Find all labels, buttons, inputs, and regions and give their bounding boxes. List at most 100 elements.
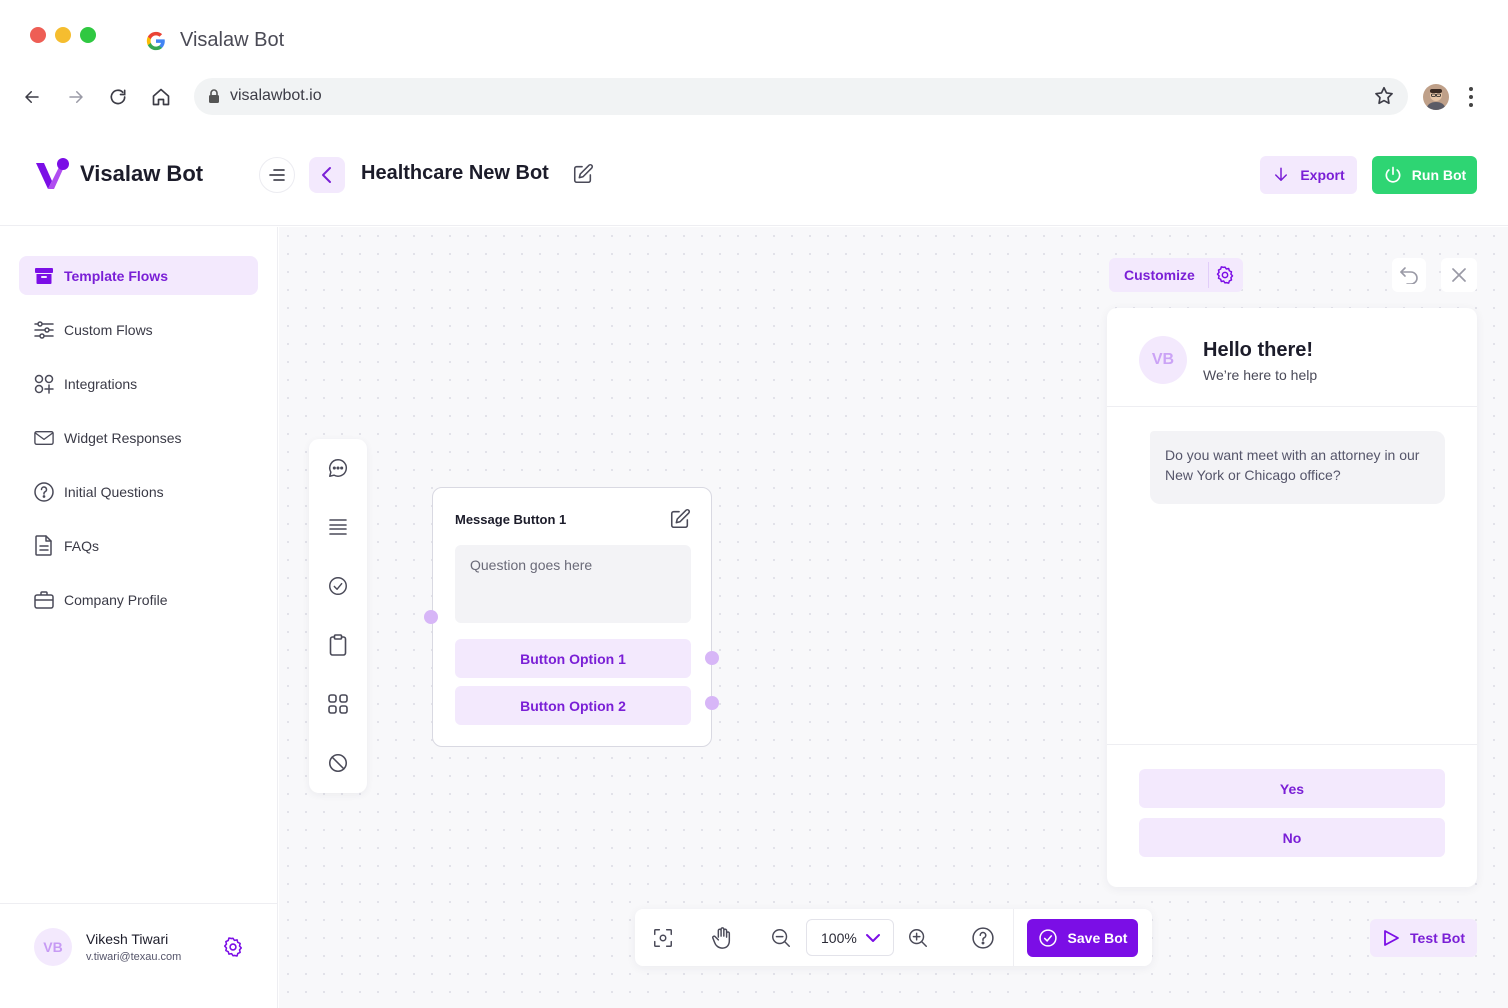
user-email: v.tiwari@texau.com — [86, 951, 182, 963]
lock-icon — [209, 89, 219, 103]
node-title: Message Button 1 — [455, 512, 567, 527]
mail-icon — [34, 428, 54, 448]
briefcase-icon — [34, 590, 54, 610]
test-bot-label: Test Bot — [1410, 930, 1465, 946]
menu-icon — [269, 169, 285, 181]
clipboard-icon[interactable] — [326, 633, 350, 657]
brand-name: Visalaw Bot — [80, 161, 204, 186]
bookmark-star-icon[interactable] — [1373, 85, 1395, 107]
sidebar-item-initial-questions[interactable]: Initial Questions — [19, 472, 258, 511]
sidebar-item-label: Company Profile — [64, 591, 168, 608]
message-node[interactable]: Message Button 1 Question goes here Butt… — [432, 487, 712, 747]
save-bot-button[interactable]: Save Bot — [1027, 919, 1138, 957]
browser-profile-avatar[interactable] — [1423, 84, 1449, 110]
reply-no-button[interactable]: No — [1139, 818, 1445, 857]
edit-title-icon[interactable] — [572, 163, 594, 185]
sidebar-item-label: Template Flows — [64, 267, 168, 284]
google-icon — [146, 31, 165, 51]
bot-message-bubble: Do you want meet with an attorney in our… — [1150, 431, 1445, 504]
gear-icon[interactable] — [1215, 265, 1235, 285]
node-toolstrip — [309, 439, 367, 793]
sidebar-item-integrations[interactable]: Integrations — [19, 364, 258, 403]
node-input-port[interactable] — [424, 610, 438, 624]
option-1-output-port[interactable] — [705, 651, 719, 665]
sidebar-divider — [0, 903, 278, 904]
question-input[interactable]: Question goes here — [455, 545, 691, 623]
customize-separator — [1208, 262, 1209, 288]
undo-button[interactable] — [1392, 258, 1426, 292]
sidebar: Template Flows Custom Flows Integrations… — [0, 227, 278, 1008]
sliders-icon — [34, 320, 54, 340]
bot-avatar: VB — [1139, 336, 1187, 384]
play-icon — [1384, 930, 1399, 946]
archive-icon — [34, 266, 54, 286]
address-bar[interactable] — [194, 78, 1408, 115]
fit-view-icon[interactable] — [651, 926, 675, 950]
button-option-2[interactable]: Button Option 2 — [455, 686, 691, 725]
chat-footer-divider — [1107, 744, 1477, 745]
hand-pan-icon[interactable] — [710, 926, 734, 950]
home-icon[interactable] — [148, 84, 174, 110]
button-option-1[interactable]: Button Option 1 — [455, 639, 691, 678]
back-button[interactable] — [309, 157, 345, 193]
block-icon[interactable] — [326, 751, 350, 775]
window-maximize-dot[interactable] — [80, 27, 96, 43]
chat-bubble-icon[interactable] — [326, 456, 350, 480]
window-close-dot[interactable] — [30, 27, 46, 43]
sidebar-item-widget-responses[interactable]: Widget Responses — [19, 418, 258, 457]
sidebar-item-company-profile[interactable]: Company Profile — [19, 580, 258, 619]
browser-titlebar: Visalaw Bot — [0, 0, 1508, 70]
user-name: Vikesh Tiwari — [86, 931, 169, 947]
save-bot-label: Save Bot — [1067, 930, 1128, 946]
gear-icon[interactable] — [222, 936, 244, 958]
sidebar-item-label: Widget Responses — [64, 429, 182, 446]
apps-add-icon — [34, 374, 54, 394]
sidebar-item-label: Initial Questions — [64, 483, 164, 500]
chat-greeting: Hello there! — [1203, 339, 1314, 361]
export-button[interactable]: Export — [1260, 156, 1357, 194]
grid-icon[interactable] — [326, 692, 350, 716]
test-bot-button[interactable]: Test Bot — [1370, 919, 1477, 957]
tab-title[interactable]: Visalaw Bot — [180, 29, 284, 52]
zoom-in-icon[interactable] — [906, 926, 930, 950]
close-preview-button[interactable] — [1441, 258, 1477, 292]
power-icon — [1385, 166, 1401, 183]
collapse-menu-button[interactable] — [259, 157, 295, 193]
sidebar-item-label: Custom Flows — [64, 321, 153, 338]
sidebar-item-label: Integrations — [64, 375, 138, 392]
edit-icon[interactable] — [669, 508, 691, 530]
customize-label[interactable]: Customize — [1124, 267, 1195, 283]
sidebar-item-template-flows[interactable]: Template Flows — [19, 256, 258, 295]
avatar[interactable]: VB — [34, 928, 72, 966]
reply-yes-button[interactable]: Yes — [1139, 769, 1445, 808]
zoom-level-select[interactable]: 100% — [806, 919, 894, 956]
option-2-output-port[interactable] — [705, 696, 719, 710]
list-lines-icon[interactable] — [326, 515, 350, 539]
undo-icon — [1400, 267, 1418, 284]
back-arrow-icon[interactable] — [19, 84, 45, 110]
download-arrow-icon — [1275, 167, 1288, 181]
chat-subtitle: We’re here to help — [1203, 367, 1318, 383]
help-circle-icon — [34, 481, 54, 502]
export-label: Export — [1300, 167, 1345, 183]
toolbar-separator — [1013, 909, 1014, 966]
sidebar-item-custom-flows[interactable]: Custom Flows — [19, 310, 258, 349]
reload-icon[interactable] — [105, 84, 131, 110]
check-circle-icon[interactable] — [326, 574, 350, 598]
url-text[interactable]: visalawbot.io — [230, 87, 322, 105]
sidebar-item-label: FAQs — [64, 537, 100, 554]
document-icon — [34, 535, 54, 556]
chevron-left-icon — [322, 167, 331, 183]
close-icon — [1452, 268, 1466, 282]
run-bot-label: Run Bot — [1411, 167, 1467, 183]
chevron-down-icon — [865, 933, 880, 942]
browser-menu-icon[interactable] — [1462, 84, 1480, 110]
forward-arrow-icon[interactable] — [63, 84, 89, 110]
help-icon[interactable] — [971, 926, 995, 950]
run-bot-button[interactable]: Run Bot — [1372, 156, 1477, 194]
zoom-out-icon[interactable] — [769, 926, 793, 950]
sidebar-item-faqs[interactable]: FAQs — [19, 526, 258, 565]
chat-header-divider — [1107, 406, 1477, 407]
window-minimize-dot[interactable] — [55, 27, 71, 43]
check-circle-icon — [1038, 929, 1057, 947]
